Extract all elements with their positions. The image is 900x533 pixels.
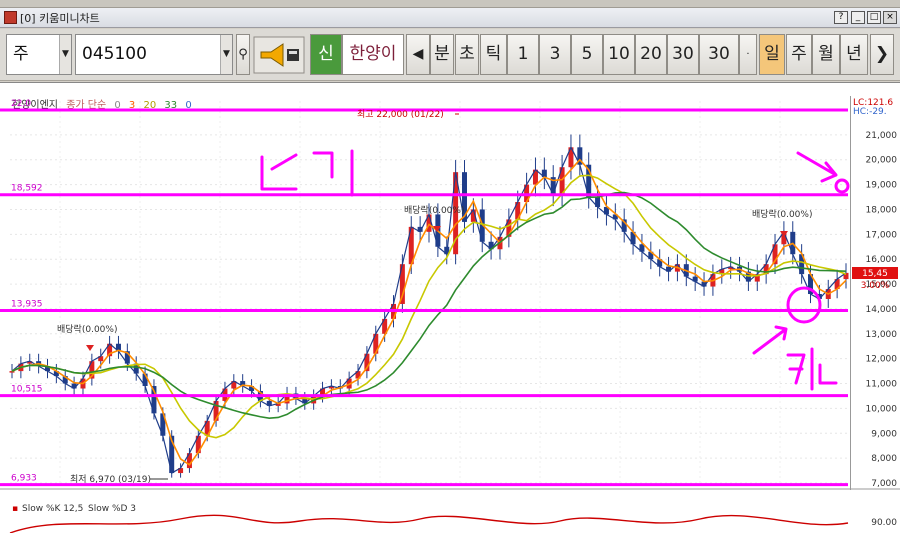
chevron-down-icon[interactable]: · — [739, 34, 757, 75]
dividend-marker — [86, 345, 94, 351]
y-tick-label: 19,000 — [866, 181, 898, 191]
megaphone-icon[interactable] — [253, 36, 305, 74]
y-tick-label: 10,000 — [866, 404, 898, 414]
minimize-button[interactable]: _ — [851, 11, 865, 24]
search-icon[interactable]: ⚲ — [236, 34, 250, 75]
year-button[interactable]: 년 — [840, 34, 868, 75]
handwriting-arrow-bottom — [752, 325, 788, 355]
stoch-axis-label: 90.00 — [871, 518, 897, 528]
type-select[interactable]: 주 ▼ — [6, 34, 72, 75]
second-button[interactable]: 초 — [455, 34, 479, 75]
y-tick-label: 9,000 — [871, 429, 897, 439]
chevron-down-icon[interactable]: ▼ — [220, 35, 232, 74]
y-tick-label: 7,000 — [871, 479, 897, 489]
toolbar: 주 ▼ 045100 ▼ ⚲ 신 한양이 ◀ 분 초 틱 1 3 5 10 20… — [0, 29, 900, 81]
candle-body — [9, 371, 15, 373]
help-button[interactable]: ? — [834, 11, 848, 24]
close-button[interactable]: × — [883, 11, 897, 24]
interval-3[interactable]: 3 — [539, 34, 571, 75]
next-button[interactable]: ❯ — [870, 34, 894, 75]
horizontal-line-label: 13,935 — [11, 300, 43, 310]
handwriting-top — [260, 149, 354, 197]
price-chart: 21,00020,00019,00018,00017,00016,00015,0… — [0, 98, 900, 533]
code-input[interactable]: 045100 ▼ — [75, 34, 233, 75]
low-annotation: 최저 6,970 (03/19) — [70, 474, 151, 485]
interval-10[interactable]: 10 — [603, 34, 635, 75]
interval-custom[interactable]: 30 — [699, 34, 739, 75]
horizontal-line-label: 22,0 — [11, 99, 31, 109]
interval-30[interactable]: 30 — [667, 34, 699, 75]
stoch-k-label: Slow %K 12,5 — [22, 504, 83, 514]
chart-area[interactable]: 한양이엔지 종가 단순 0 3 20 33 0 21,000 20,000 19,0… — [0, 82, 900, 533]
handwriting-circle — [786, 286, 822, 324]
shin-button[interactable]: 신 — [310, 34, 342, 75]
hc-label: HC:-29. — [853, 107, 887, 117]
stock-name: 한양이 — [342, 34, 404, 75]
app-icon — [4, 11, 17, 24]
y-tick-label: 17,000 — [866, 230, 898, 240]
high-annotation: 최고 22,000 (01/22) — [357, 109, 444, 120]
interval-20[interactable]: 20 — [635, 34, 667, 75]
day-button[interactable]: 일 — [759, 34, 785, 75]
title-bar: [0] 키움미니차트 ? _ □ × — [0, 8, 900, 28]
y-tick-label: 11,000 — [866, 380, 898, 390]
chevron-down-icon[interactable]: ▼ — [59, 35, 71, 74]
dividend-annotation: 배당락(0.00%) — [404, 204, 464, 216]
handwriting-bottom — [786, 347, 838, 391]
type-select-value: 주 — [13, 44, 29, 64]
interval-5[interactable]: 5 — [571, 34, 603, 75]
price-badge-pct: 3.00% — [861, 281, 890, 291]
prev-button[interactable]: ◀ — [406, 34, 430, 75]
y-tick-label: 13,000 — [866, 330, 898, 340]
minute-button[interactable]: 분 — [430, 34, 454, 75]
handwriting-arrow-top — [796, 151, 838, 183]
y-tick-label: 12,000 — [866, 355, 898, 365]
price-badge-value: 15,45 — [862, 269, 888, 279]
week-button[interactable]: 주 — [786, 34, 812, 75]
dividend-annotation: 배당락(0.00%) — [752, 208, 812, 220]
y-tick-label: 14,000 — [866, 305, 898, 315]
stoch-k-swatch: ▪ — [12, 504, 18, 514]
y-tick-label: 18,000 — [866, 205, 898, 215]
y-tick-label: 20,000 — [866, 156, 898, 166]
window-title: [0] 키움미니차트 — [20, 12, 100, 25]
horizontal-line-label: 10,515 — [11, 385, 43, 395]
code-input-value: 045100 — [82, 44, 147, 64]
interval-1[interactable]: 1 — [507, 34, 539, 75]
tick-button[interactable]: 틱 — [480, 34, 507, 75]
month-button[interactable]: 월 — [812, 34, 840, 75]
y-tick-label: 21,000 — [866, 131, 898, 141]
dividend-annotation: 배당락(0.00%) — [57, 323, 117, 335]
stoch-d-label: Slow %D 3 — [88, 504, 136, 514]
horizontal-line-label: 6,933 — [11, 474, 37, 484]
horizontal-line-label: 18,592 — [11, 184, 43, 194]
y-tick-label: 16,000 — [866, 255, 898, 265]
maximize-button[interactable]: □ — [867, 11, 881, 24]
handwriting-circle-small — [834, 178, 850, 194]
y-tick-label: 8,000 — [871, 454, 897, 464]
outer-strip — [0, 0, 900, 8]
